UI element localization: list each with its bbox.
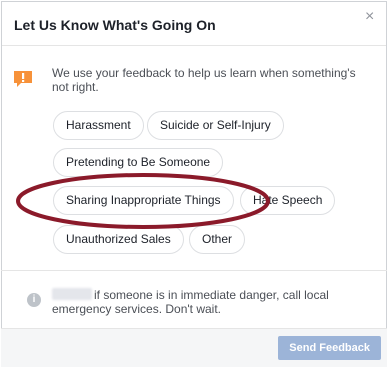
section-divider bbox=[1, 270, 387, 271]
dialog-footer: Send Feedback bbox=[1, 328, 387, 367]
close-icon[interactable]: × bbox=[365, 9, 381, 25]
notice-text: We use your feedback to help us learn wh… bbox=[52, 66, 356, 94]
dialog-title: Let Us Know What's Going On bbox=[14, 17, 216, 33]
exclamation-flag-icon bbox=[14, 71, 32, 87]
info-icon: i bbox=[27, 293, 41, 307]
option-harassment[interactable]: Harassment bbox=[53, 111, 144, 140]
option-other[interactable]: Other bbox=[189, 225, 246, 254]
option-suicide-or-self-injury[interactable]: Suicide or Self-Injury bbox=[147, 111, 284, 140]
option-hate-speech[interactable]: Hate Speech bbox=[240, 186, 336, 215]
emergency-help-text: if someone is in immediate danger, call … bbox=[52, 288, 329, 316]
option-unauthorized-sales[interactable]: Unauthorized Sales bbox=[53, 225, 184, 254]
dialog-header: Let Us Know What's Going On × bbox=[2, 2, 386, 46]
option-sharing-inappropriate-things[interactable]: Sharing Inappropriate Things bbox=[53, 186, 234, 215]
send-feedback-button[interactable]: Send Feedback bbox=[278, 336, 381, 360]
option-pretending-to-be-someone[interactable]: Pretending to Be Someone bbox=[53, 148, 224, 177]
